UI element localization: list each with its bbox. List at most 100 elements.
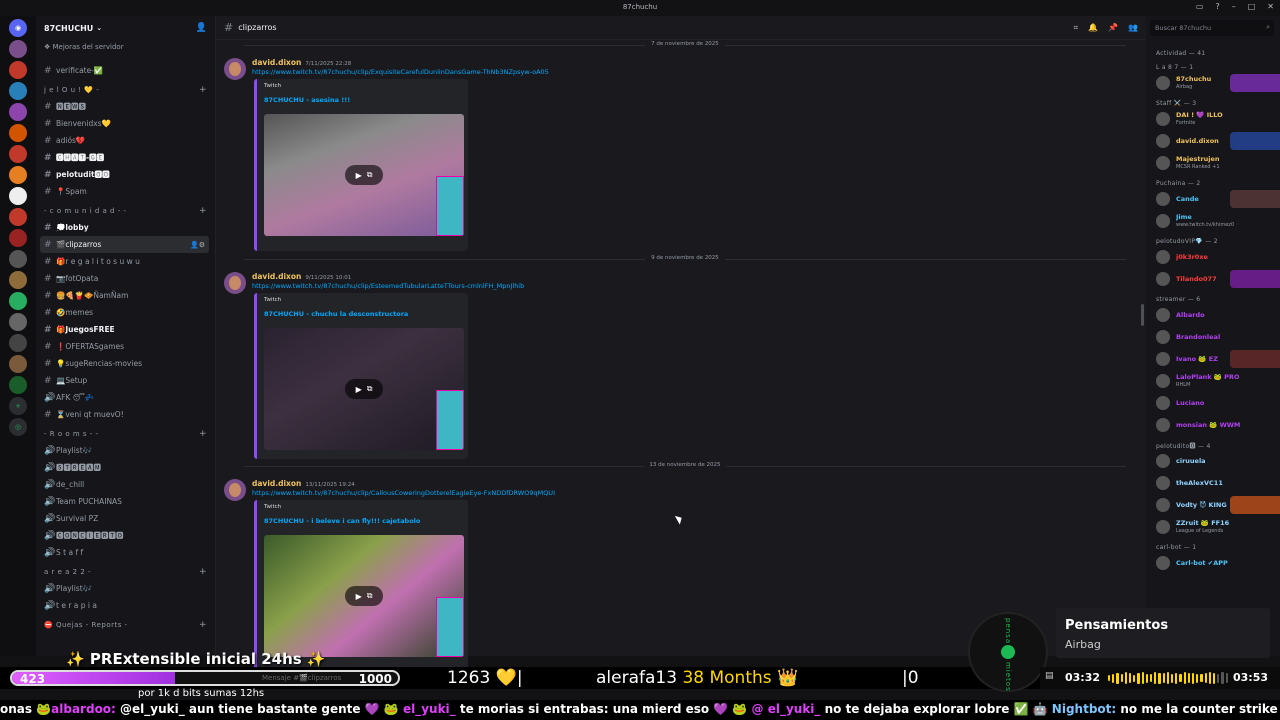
channel-item[interactable]: 🔊 Team PUCHAINAS	[40, 493, 209, 510]
channel-item[interactable]: # 📍Spam	[40, 183, 209, 200]
server-icon[interactable]	[9, 376, 27, 394]
channel-item[interactable]: 🔊 Survival PZ	[40, 510, 209, 527]
channel-item[interactable]: # pelotudit🅾🅾	[40, 166, 209, 183]
member-item[interactable]: DAI ! 💜 ILLO Fortnite	[1146, 108, 1280, 130]
channel-item[interactable]: # 💭lobby	[40, 219, 209, 236]
member-item[interactable]: Majestrujen MCSR Ranked +1	[1146, 152, 1280, 174]
author-name[interactable]: david.dixon	[252, 272, 301, 281]
channel-item[interactable]: # ⌛veni qt muevO!	[40, 406, 209, 423]
member-item[interactable]: Ivano 🐸 EZ	[1146, 348, 1280, 370]
member-item[interactable]: LaloPlank 🐸 PRO RHLM	[1146, 370, 1280, 392]
embed-title[interactable]: 87CHUCHU - chuchu la desconstructora	[264, 310, 408, 318]
discord-home-icon[interactable]: ◉	[9, 19, 27, 37]
channel-category[interactable]: a r e a 2 2 - +	[36, 563, 215, 580]
add-channel-icon[interactable]: +	[199, 85, 207, 95]
server-icon[interactable]	[9, 208, 27, 226]
server-icon[interactable]	[9, 334, 27, 352]
channel-category[interactable]: ⛔ Quejas - Reports - +	[36, 616, 215, 633]
channel-item[interactable]: # 📷fotOpata	[40, 270, 209, 287]
author-name[interactable]: david.dixon	[252, 479, 301, 488]
channel-item[interactable]: 🔊 🅲🅾🅽🅲🅸🅴🆁🆃🅾	[40, 527, 209, 544]
member-item[interactable]: david.dixon	[1146, 130, 1280, 152]
add-channel-icon[interactable]: +	[199, 206, 207, 216]
channel-item[interactable]: 🔊 t e r a p i a	[40, 597, 209, 614]
channel-item[interactable]: # 🅽🅴🆆🆂	[40, 98, 209, 115]
member-item[interactable]: Jime www.twitch.tv/khimez0	[1146, 210, 1280, 232]
channel-category[interactable]: - R o o m s - - +	[36, 425, 215, 442]
server-icon[interactable]	[9, 313, 27, 331]
server-icon[interactable]	[9, 103, 27, 121]
channel-item[interactable]: # Bienvenidxs💛	[40, 115, 209, 132]
server-icon[interactable]	[9, 166, 27, 184]
server-icon[interactable]	[9, 229, 27, 247]
member-item[interactable]: Carl-bot ✔APP	[1146, 552, 1280, 574]
channel-category[interactable]: j e l O u ! 💛 - +	[36, 81, 215, 98]
member-item[interactable]: monsian 🐸 WWM	[1146, 414, 1280, 436]
minimize-icon[interactable]: –	[1232, 2, 1236, 11]
channel-item[interactable]: 🔊 Playlist🎶	[40, 442, 209, 459]
channel-item[interactable]: 🔊 🆂🆃🆁🅴🅰🅼	[40, 459, 209, 476]
video-thumbnail[interactable]: ▶ ⧉	[264, 535, 464, 657]
close-icon[interactable]: ✕	[1267, 2, 1274, 11]
help-icon[interactable]: ?	[1215, 2, 1219, 11]
server-icon[interactable]	[9, 40, 27, 58]
channel-item[interactable]: # adiós💔	[40, 132, 209, 149]
settings-icon[interactable]: 👤⚙	[190, 241, 205, 249]
avatar[interactable]	[224, 58, 246, 80]
add-channel-icon[interactable]: +	[199, 567, 207, 577]
inbox-icon[interactable]: ▭	[1196, 2, 1204, 11]
add-channel-icon[interactable]: +	[199, 429, 207, 439]
server-icon[interactable]	[9, 250, 27, 268]
server-boost-link[interactable]: ❖ Mejoras del servidor	[36, 40, 215, 56]
channel-item[interactable]: # 🎁JuegosFREE	[40, 321, 209, 338]
clip-link[interactable]: https://www.twitch.tv/87chuchu/clip/Call…	[252, 489, 555, 497]
channel-category[interactable]: - c o m u n i d a d - - +	[36, 202, 215, 219]
embed-title[interactable]: 87CHUCHU - asesina !!!	[264, 96, 350, 104]
channel-item[interactable]: # verificate-✅	[40, 62, 209, 79]
member-item[interactable]: Albardo	[1146, 304, 1280, 326]
member-item[interactable]: ciruuela	[1146, 450, 1280, 472]
member-item[interactable]: Tilando077	[1146, 268, 1280, 290]
channel-item[interactable]: 🔊 Playlist🎶	[40, 580, 209, 597]
discover-icon[interactable]: ◎	[9, 418, 27, 436]
author-name[interactable]: david.dixon	[252, 58, 301, 67]
pin-icon[interactable]: 📌	[1108, 23, 1118, 33]
server-icon[interactable]	[9, 187, 27, 205]
member-item[interactable]: Cande	[1146, 188, 1280, 210]
channel-item[interactable]: # 🎁r e g a l i t o s u w u	[40, 253, 209, 270]
channel-item[interactable]: # 🤣memes	[40, 304, 209, 321]
chat-scrollbar[interactable]	[1141, 304, 1144, 326]
server-icon[interactable]	[9, 61, 27, 79]
channel-item[interactable]: # 🍔🍕🍟🧇ÑamÑam	[40, 287, 209, 304]
avatar[interactable]	[224, 479, 246, 501]
embed-title[interactable]: 87CHUCHU - i beleve i can fly!!! cajetab…	[264, 517, 420, 525]
server-icon[interactable]	[9, 82, 27, 100]
search-input[interactable]: Buscar 87chuchu ⌕	[1150, 20, 1274, 36]
channel-item[interactable]: 🔊 S t a f f	[40, 544, 209, 561]
maximize-icon[interactable]: □	[1248, 2, 1256, 11]
server-icon[interactable]	[9, 145, 27, 163]
channel-item[interactable]: 🔊 de_chill	[40, 476, 209, 493]
video-thumbnail[interactable]: ▶ ⧉	[264, 328, 464, 450]
channel-item[interactable]: # 🎬clipzarros 👤⚙	[40, 236, 209, 253]
play-button[interactable]: ▶ ⧉	[345, 586, 383, 606]
member-item[interactable]: ZZruit 🐸 FF16 League of Legends	[1146, 516, 1280, 538]
channel-item[interactable]: # ❗OFERTASgames	[40, 338, 209, 355]
member-item[interactable]: j0k3r0xe	[1146, 246, 1280, 268]
server-icon[interactable]	[9, 355, 27, 373]
channel-item[interactable]: 🔊 AFK 😴💤	[40, 389, 209, 406]
clip-link[interactable]: https://www.twitch.tv/87chuchu/clip/Este…	[252, 282, 524, 290]
member-item[interactable]: Brandonleal	[1146, 326, 1280, 348]
add-channel-icon[interactable]: +	[199, 620, 207, 630]
play-button[interactable]: ▶ ⧉	[345, 165, 383, 185]
add-server-icon[interactable]: +	[9, 397, 27, 415]
channel-item[interactable]: # 💡sugeRencias-movies	[40, 355, 209, 372]
play-button[interactable]: ▶ ⧉	[345, 379, 383, 399]
channel-item[interactable]: # 🅲🅷🅰🆃-🅶🅴	[40, 149, 209, 166]
members-icon[interactable]: 👥	[1128, 23, 1138, 33]
server-icon[interactable]	[9, 292, 27, 310]
member-item[interactable]: Vodty 😈 KING	[1146, 494, 1280, 516]
member-item[interactable]: 87chuchu Airbag	[1146, 72, 1280, 94]
threads-icon[interactable]: ⌗	[1074, 23, 1079, 33]
member-item[interactable]: Luciano	[1146, 392, 1280, 414]
